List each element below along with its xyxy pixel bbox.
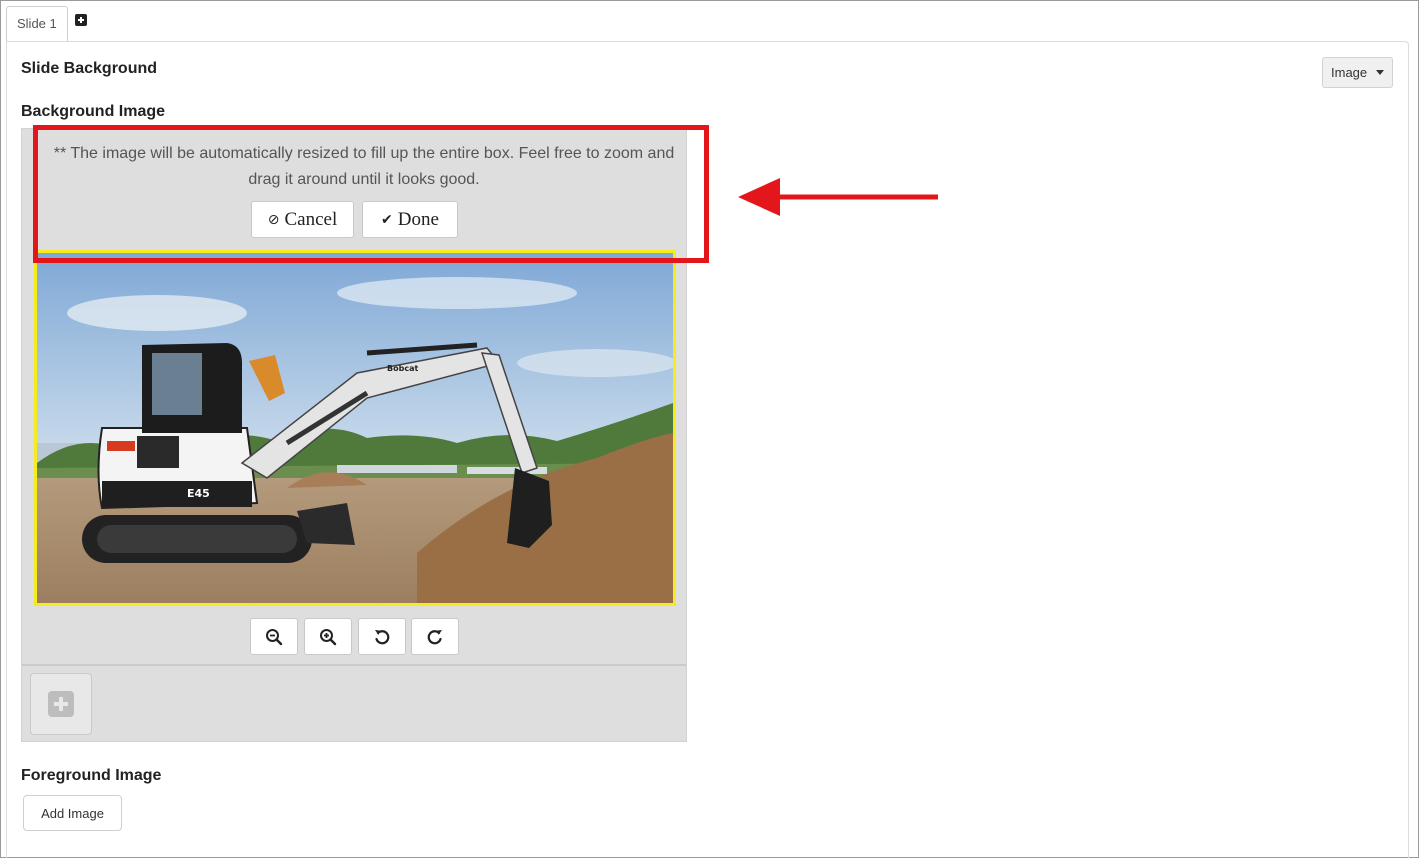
zoom-out-button[interactable]: [250, 618, 298, 655]
zoom-in-icon: [320, 628, 337, 645]
plus-square-icon: [48, 691, 74, 717]
excavator-model-text: E45: [187, 487, 210, 500]
rotate-right-button[interactable]: [411, 618, 459, 655]
zoom-out-icon: [266, 628, 283, 645]
cancel-label: Cancel: [284, 208, 338, 230]
caret-down-icon: [1376, 70, 1385, 75]
background-image-editor: ** The image will be automatically resiz…: [21, 128, 687, 742]
add-image-button[interactable]: Add Image: [23, 795, 122, 831]
add-background-slot-button[interactable]: [30, 673, 92, 735]
add-slide-button[interactable]: [70, 10, 92, 40]
background-type-select[interactable]: Image: [1322, 57, 1393, 88]
done-label: Done: [397, 208, 439, 230]
rotate-right-icon: [427, 629, 442, 644]
background-type-value: Image: [1331, 65, 1368, 80]
zoom-in-button[interactable]: [304, 618, 352, 655]
plus-square-icon: [75, 14, 87, 26]
tab-label: Slide 1: [17, 16, 57, 31]
slide-background-title: Slide Background: [21, 60, 158, 77]
tab-slide-1[interactable]: Slide 1: [6, 6, 68, 42]
excavator-photo: E45 Bobcat: [37, 253, 673, 603]
ban-icon: ⊘: [267, 211, 280, 228]
editor-divider: [22, 664, 686, 666]
done-button[interactable]: ✔ Done: [362, 201, 458, 238]
check-icon: ✔: [381, 211, 393, 228]
rotate-left-button[interactable]: [358, 618, 406, 655]
rotate-left-icon: [375, 629, 390, 644]
annotation-arrow-icon: [738, 178, 938, 216]
brand-text: Bobcat: [387, 364, 418, 373]
resize-note: ** The image will be automatically resiz…: [53, 145, 675, 188]
cancel-button[interactable]: ⊘ Cancel: [251, 201, 354, 238]
background-image-title: Background Image: [21, 103, 166, 120]
crop-image-area[interactable]: E45 Bobcat: [34, 250, 676, 606]
foreground-image-title: Foreground Image: [21, 767, 162, 784]
